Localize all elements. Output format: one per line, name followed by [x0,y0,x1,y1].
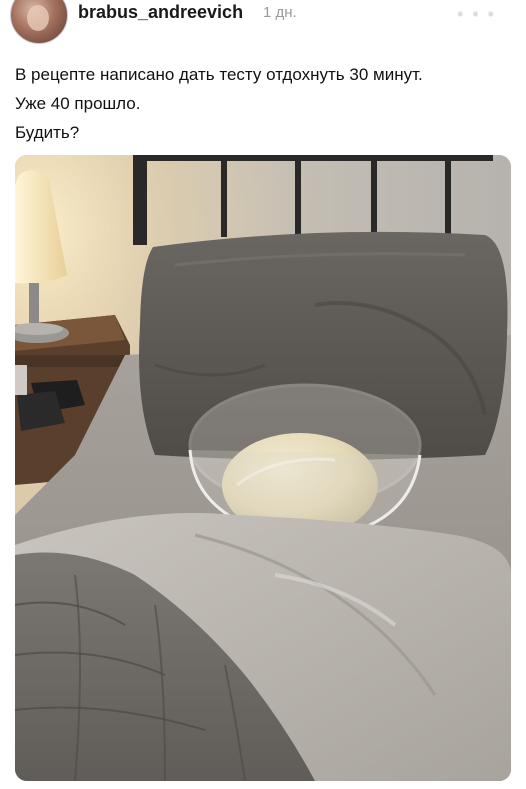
post-text: В рецепте написано дать тесту отдохнуть … [15,60,520,147]
post-time: 1 дн. [263,4,297,21]
more-dots-icon[interactable]: • • • [457,4,496,25]
avatar-face [27,5,49,31]
post-text-line: Будить? [15,123,80,142]
photo-illustration [15,155,511,781]
avatar[interactable] [10,0,68,44]
post-header: brabus_andreevich 1 дн. • • • [0,0,526,44]
post-text-line: Уже 40 прошло. [15,94,141,113]
post-photo[interactable] [15,155,511,781]
post-text-line: В рецепте написано дать тесту отдохнуть … [15,65,423,84]
username[interactable]: brabus_andreevich [78,2,243,23]
